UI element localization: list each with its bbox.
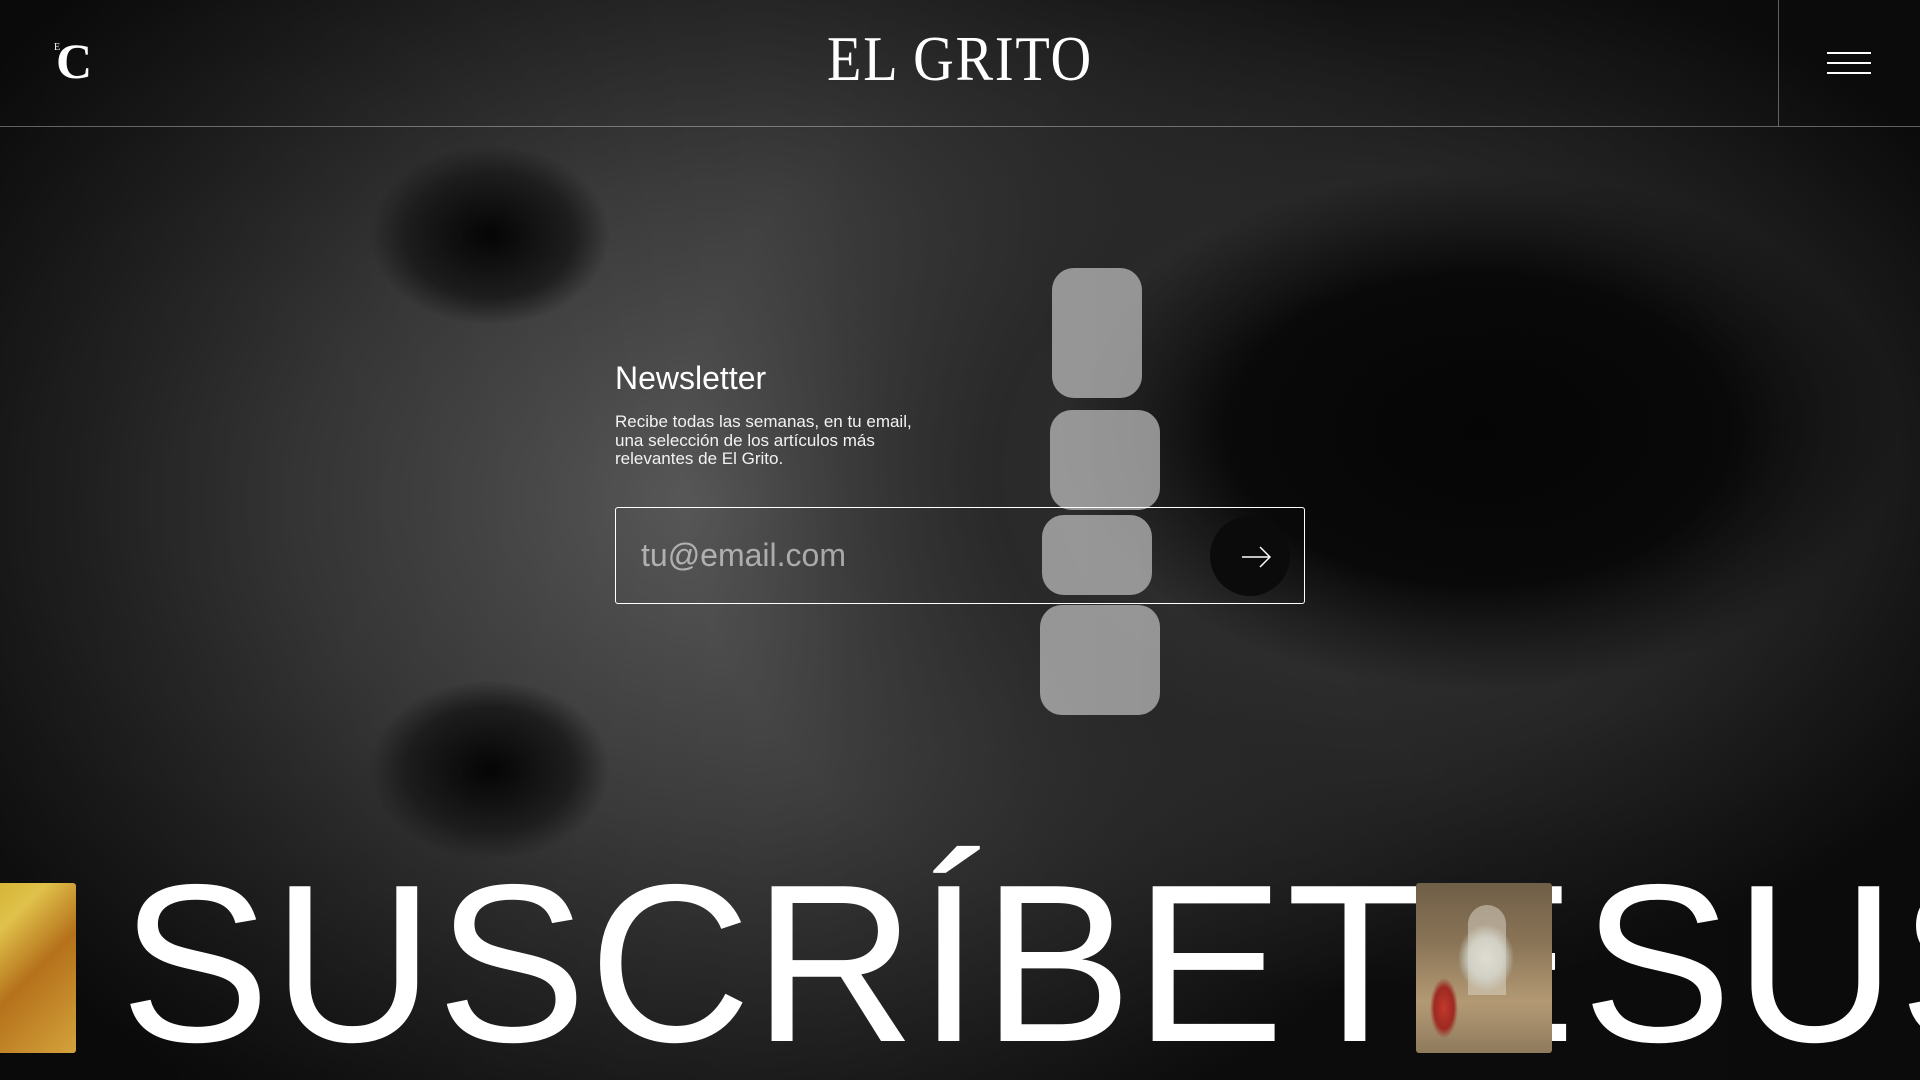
marquee-subscribe-text: SUSCRÍBETE xyxy=(120,838,1578,1080)
logo-letter: C xyxy=(56,33,93,89)
hamburger-menu-icon[interactable] xyxy=(1827,52,1871,74)
subscribe-submit-button[interactable] xyxy=(1210,516,1290,596)
brand-title[interactable]: EL GRITO xyxy=(115,22,1805,96)
newsletter-section: Newsletter Recibe todas las semanas, en … xyxy=(615,360,1305,604)
arrow-right-icon xyxy=(1242,546,1272,568)
menu-container xyxy=(1778,0,1920,126)
newsletter-title: Newsletter xyxy=(615,360,767,396)
newsletter-description: Recibe todas las semanas, en tu email, u… xyxy=(615,412,912,468)
marquee-subscribe-text-partial: SUS xyxy=(1582,838,1920,1080)
site-logo[interactable]: E C xyxy=(54,33,94,89)
marquee-artwork-thumbnail xyxy=(0,883,76,1053)
email-input[interactable] xyxy=(616,508,1176,602)
marquee-artwork-thumbnail xyxy=(1416,883,1552,1053)
site-header: E C EL GRITO xyxy=(0,0,1920,127)
newsletter-form xyxy=(615,507,1305,604)
subscribe-marquee[interactable]: SUSCRÍBETE SUS xyxy=(0,838,1920,1080)
